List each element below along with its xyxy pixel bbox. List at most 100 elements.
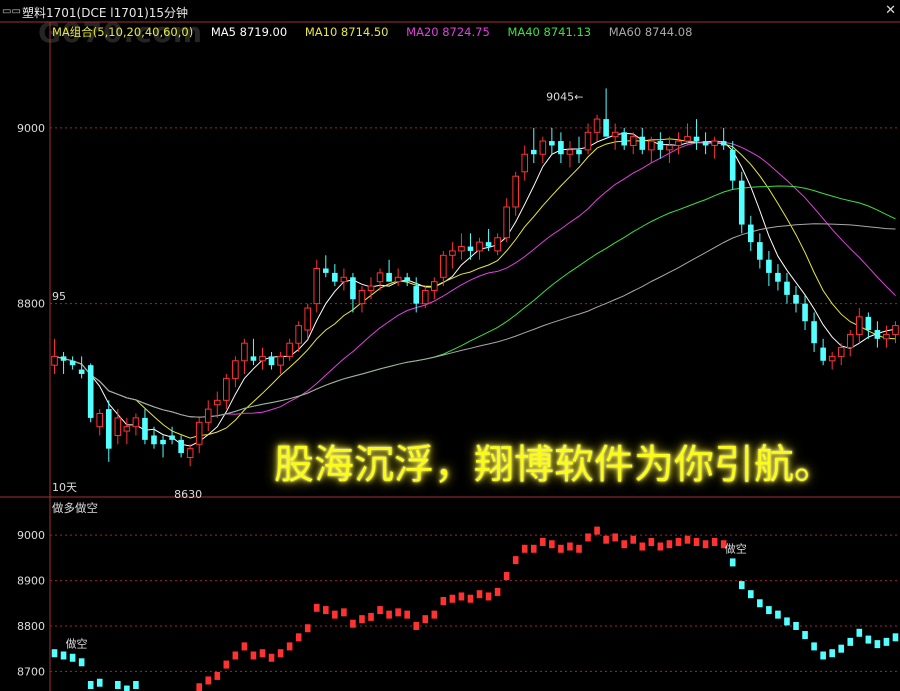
signal-bar [196,683,203,691]
signal-bar [232,651,239,660]
price-chart[interactable]: 9000 8800 9000 8900 8800 8700 9045← 95 8630 10天做空… [0,0,900,691]
signal-bar [449,594,456,603]
signal-bar [729,558,736,567]
signal-bar [214,671,221,680]
signal-bar [576,544,582,553]
candle-body-down [811,321,817,344]
candle-body-up [611,131,619,138]
signal-bar [69,653,76,662]
signal-bar [494,587,501,596]
sub-y-tick: 8800 [17,620,45,633]
candle-body-up [340,276,348,283]
candle-body-up [358,289,366,305]
signal-bar [422,615,429,624]
signal-bar [567,542,573,551]
signal-bar [467,594,474,603]
signal-bar [386,610,392,619]
signal-short-2: 做空 [725,541,747,555]
candle-body-up [539,140,547,155]
signal-bar [757,599,763,608]
signal-short-1: 做空 [66,636,88,650]
signal-bar [558,544,564,553]
candle-body-up [195,421,203,445]
period-label: 10天 [52,481,77,494]
signal-bar [404,610,410,619]
candle-body-down [467,246,474,251]
signal-bar [856,628,863,637]
candle-body-down [322,268,329,273]
signal-bar [322,606,329,615]
candle-body-down [747,224,754,243]
candle-body-down [350,277,356,300]
candle-body-up [421,289,429,305]
candle-body-up [186,448,194,458]
candle-body-up [711,140,718,146]
candle-body-down [60,356,67,361]
sub-indicator-label: 做多做空 [52,501,98,515]
signal-bar [648,537,655,546]
signal-bar [612,533,618,542]
signal-bar [115,681,121,689]
signal-bar [675,537,682,546]
candle-body-up [394,276,402,283]
candle-body-up [431,281,438,291]
ma40-label: MA40 8741.13 [507,25,592,39]
signal-bar [277,649,284,658]
signal-bar [585,533,591,542]
ma10-line [54,138,896,439]
sub-y-tick: 8900 [17,575,45,588]
signal-bar [51,649,58,658]
candle-body-down [69,360,76,366]
signal-bar [413,621,420,630]
signal-bar [359,615,365,624]
signal-bar [865,635,872,644]
candle-body-up [114,417,122,436]
ma10-label: MA10 8714.50 [304,25,389,39]
candle-body-down [530,149,537,155]
candle-body-up [313,268,321,305]
candle-body-down [793,294,799,304]
signal-bar [811,642,817,651]
signal-bar [304,624,311,633]
candle-body-down [766,259,772,273]
candle-body-up [96,413,104,428]
signal-bar [485,592,492,601]
signal-bar [847,637,854,646]
candle-body-down [874,330,881,339]
signal-bar [874,640,881,649]
candle-body-up [675,140,682,146]
signal-bar [268,653,275,662]
candle-body-up [584,131,592,151]
candle-body-down [865,316,872,331]
candle-body-down [657,141,664,150]
candle-body-up [494,237,501,252]
candle-body-down [802,303,808,322]
signal-bar [883,637,890,646]
candle-body-up [828,355,836,362]
ma-group-label: MA组合(5,10,20,40,60,0) [52,25,194,39]
candle-body-up [232,360,239,379]
ma60-label: MA60 8744.08 [608,25,693,39]
signal-bar [476,590,483,599]
candle-body-down [729,149,736,181]
signal-bar [368,612,374,621]
candle-body-up [512,175,519,208]
signal-bar [639,542,646,551]
candle-body-up [566,149,574,155]
signal-bar [802,631,808,640]
ma-legend: MA组合(5,10,20,40,60,0) MA5 8719.00 MA10 8… [52,24,706,40]
signal-bar [223,660,230,669]
main-y-tick: 8800 [17,298,45,311]
price-marker: 95 [52,290,66,303]
candle-body-up [277,355,284,366]
signal-bar [512,556,519,565]
candle-body-up [892,325,899,335]
candle-body-down [775,272,781,282]
candle-body-down [178,439,184,454]
candle-body-down [738,180,745,225]
candle-body-down [268,356,275,366]
candle-body-down [413,286,420,304]
candle-body-down [169,435,175,440]
signal-bar [784,617,790,626]
signal-bar [540,537,546,546]
